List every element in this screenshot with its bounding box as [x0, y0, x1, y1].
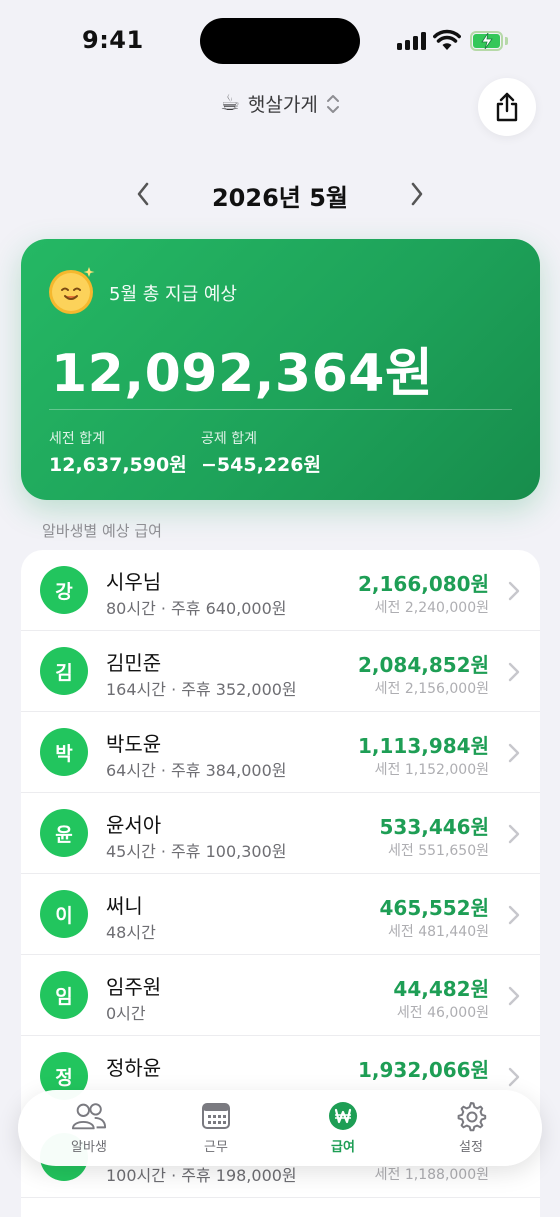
chevron-right-icon — [508, 581, 520, 601]
gross-total-label: 세전 합계 — [49, 431, 105, 447]
wifi-icon — [433, 29, 461, 50]
next-month-button[interactable] — [402, 178, 432, 210]
employee-hours: 0시간 — [106, 1004, 146, 1023]
status-time: 9:41 — [82, 26, 144, 54]
gross-pay: 세전 2,156,000원 — [374, 681, 489, 697]
summary-total: 12,092,364원 — [51, 344, 434, 404]
employee-name: 정하윤 — [106, 1056, 162, 1080]
list-item[interactable]: 김 김민준 164시간 · 주휴 352,000원 2,084,852원 세전 … — [21, 631, 540, 712]
chevron-right-icon — [508, 1067, 520, 1087]
smiling-coin-icon — [49, 267, 95, 314]
avatar: 강 — [40, 566, 88, 614]
store-selector[interactable]: ☕ 햇살가게 — [0, 90, 560, 117]
net-pay: 44,482원 — [393, 977, 489, 1001]
chevron-right-icon — [411, 182, 423, 206]
employee-name: 박도윤 — [106, 732, 162, 756]
dynamic-island — [200, 18, 360, 64]
month-navigator: 2026년 5월 — [0, 172, 560, 216]
gross-pay: 세전 551,650원 — [388, 843, 489, 859]
gross-total-value: 12,637,590원 — [49, 454, 187, 476]
gross-pay: 세전 46,000원 — [396, 1005, 489, 1021]
store-name: 햇살가게 — [247, 94, 318, 116]
battery-charging-icon — [470, 31, 508, 51]
avatar: 이 — [40, 890, 88, 938]
chevron-right-icon — [508, 986, 520, 1006]
tab-label: 근무 — [204, 1140, 228, 1155]
won-icon — [329, 1102, 357, 1130]
employee-hours: 45시간 · 주휴 100,300원 — [106, 842, 287, 861]
share-icon — [496, 92, 518, 122]
net-pay: 1,113,984원 — [357, 734, 489, 758]
list-item[interactable]: 이 써니 48시간 465,552원 세전 481,440원 — [21, 874, 540, 955]
gross-pay: 세전 2,240,000원 — [374, 600, 489, 616]
month-title: 2026년 5월 — [211, 184, 348, 212]
coffee-cup-icon: ☕ — [220, 91, 240, 116]
tab-payroll[interactable]: 급여 — [298, 1100, 388, 1158]
chevron-right-icon — [508, 662, 520, 682]
list-item[interactable]: 윤 윤서아 45시간 · 주휴 100,300원 533,446원 세전 551… — [21, 793, 540, 874]
list-item[interactable]: 강 시우님 80시간 · 주휴 640,000원 2,166,080원 세전 2… — [21, 550, 540, 631]
list-item[interactable]: 임 임주원 0시간 44,482원 세전 46,000원 — [21, 955, 540, 1036]
section-title: 알바생별 예상 급여 — [42, 522, 162, 540]
avatar: 김 — [40, 647, 88, 695]
people-icon — [71, 1103, 107, 1130]
chevron-right-icon — [508, 824, 520, 844]
avatar: 임 — [40, 971, 88, 1019]
employee-name: 윤서아 — [106, 813, 162, 837]
summary-divider — [49, 409, 512, 410]
deduction-total-value: −545,226원 — [201, 454, 321, 476]
avatar: 박 — [40, 728, 88, 776]
tab-bar: 알바생 근무 급여 설정 — [18, 1090, 542, 1166]
cellular-signal-icon — [397, 32, 427, 50]
tab-label: 알바생 — [71, 1140, 107, 1155]
status-bar: 9:41 — [0, 0, 560, 84]
employee-name: 김민준 — [106, 651, 162, 675]
deduction-total-label: 공제 합계 — [201, 431, 257, 447]
net-pay: 465,552원 — [379, 896, 490, 920]
employee-hours: 64시간 · 주휴 384,000원 — [106, 761, 287, 780]
tab-work[interactable]: 근무 — [171, 1100, 261, 1158]
tab-settings[interactable]: 설정 — [426, 1100, 516, 1158]
chevron-up-down-icon — [326, 94, 339, 113]
tab-label: 급여 — [331, 1140, 355, 1155]
chevron-right-icon — [508, 905, 520, 925]
tab-label: 설정 — [459, 1140, 483, 1155]
net-pay: 2,166,080원 — [357, 572, 489, 596]
gross-pay: 세전 1,188,000원 — [374, 1167, 489, 1183]
net-pay: 2,084,852원 — [357, 653, 489, 677]
gear-icon — [457, 1102, 487, 1132]
employee-hours: 48시간 — [106, 923, 156, 942]
employee-hours: 80시간 · 주휴 640,000원 — [106, 599, 287, 618]
gross-pay: 세전 481,440원 — [388, 924, 489, 940]
share-button[interactable] — [478, 78, 536, 136]
net-pay: 533,446원 — [379, 815, 490, 839]
tab-staff[interactable]: 알바생 — [44, 1100, 134, 1158]
gross-pay: 세전 1,152,000원 — [374, 762, 489, 778]
list-item[interactable]: 박 박도윤 64시간 · 주휴 384,000원 1,113,984원 세전 1… — [21, 712, 540, 793]
net-pay: 1,932,066원 — [357, 1058, 489, 1082]
calendar-icon — [202, 1103, 230, 1129]
chevron-right-icon — [508, 743, 520, 763]
summary-label: 5월 총 지급 예상 — [109, 284, 237, 305]
employee-name: 시우님 — [106, 570, 162, 594]
employee-hours: 164시간 · 주휴 352,000원 — [106, 680, 297, 699]
avatar: 윤 — [40, 809, 88, 857]
employee-name: 써니 — [106, 894, 143, 918]
employee-name: 임주원 — [106, 975, 162, 999]
payroll-summary-card: 5월 총 지급 예상 12,092,364원 세전 합계 12,637,590원… — [21, 239, 540, 500]
